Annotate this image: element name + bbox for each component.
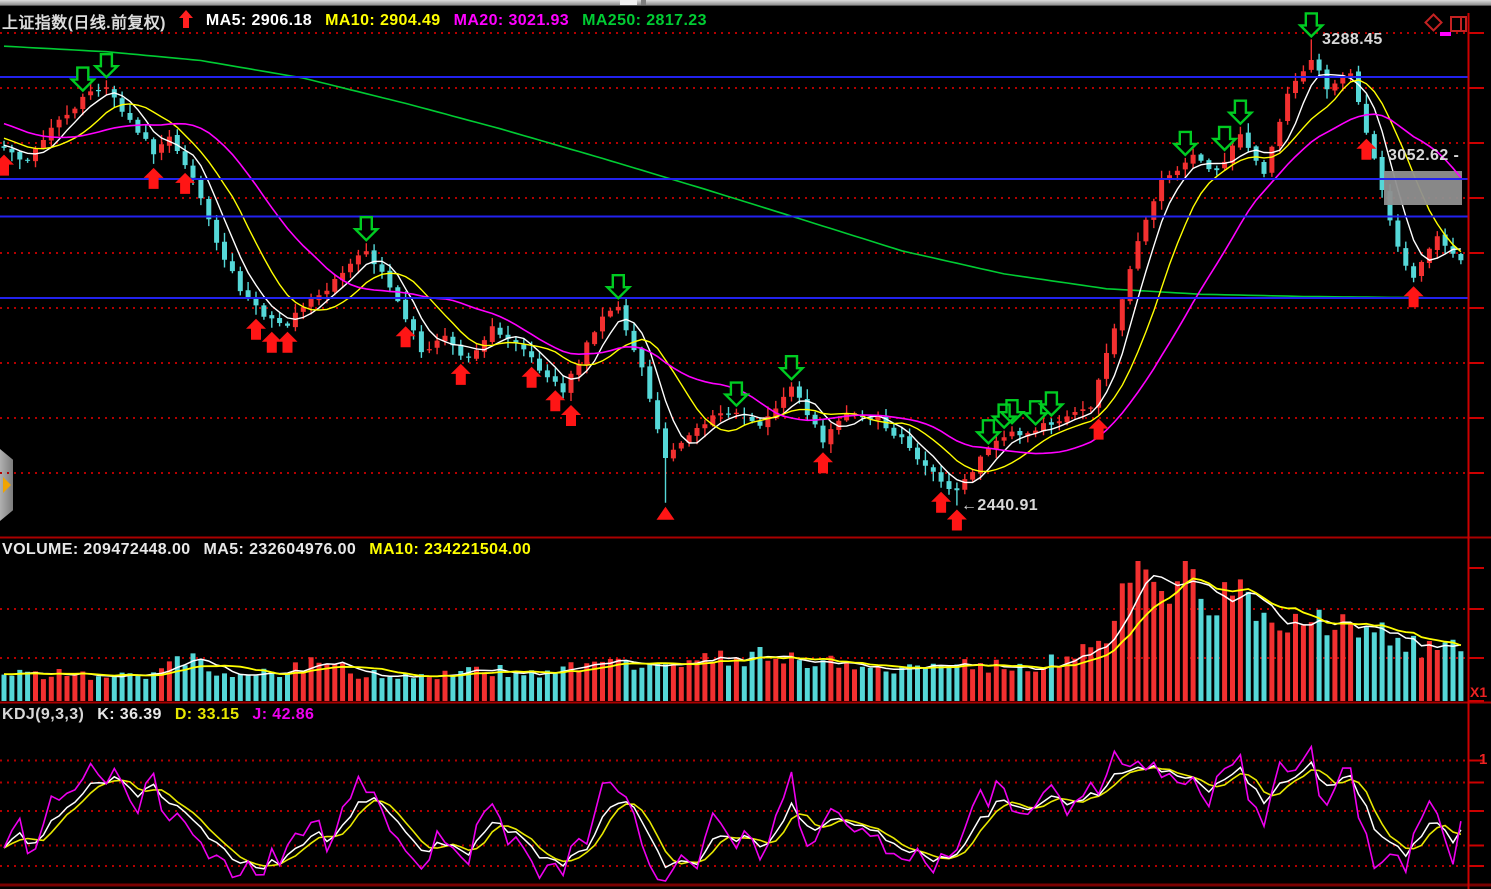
kdj-d-line (4, 768, 1461, 866)
right-axis-ticks (1468, 33, 1484, 866)
buy-triangle-marker (657, 507, 675, 520)
ma250-value: MA250: 2817.23 (582, 12, 707, 30)
kdj-axis-label: 1 (1479, 751, 1487, 768)
kdj-d-value: D: 33.15 (175, 706, 240, 724)
volume-header: VOLUME: 209472448.00 MA5: 232604976.00 M… (2, 541, 531, 559)
kdj-header: KDJ(9,3,3) K: 36.39 D: 33.15 J: 42.86 (2, 706, 314, 724)
blue-level-lines (0, 77, 1468, 298)
symbol-title: 上证指数(日线.前复权) (2, 9, 166, 33)
ma250-line (4, 46, 1461, 298)
volume-value: VOLUME: 209472448.00 (2, 541, 191, 559)
price-tag-gray-box (1384, 171, 1462, 205)
volume-ma5-value: MA5: 232604976.00 (204, 541, 357, 559)
magenta-dash-icon (1440, 32, 1451, 36)
low-price-label: ←2440.91 (961, 497, 1038, 515)
price-chart-canvas (0, 0, 1491, 889)
stock-chart-app: 上证指数(日线.前复权) MA5: 2906.18 MA10: 2904.49 … (0, 0, 1491, 889)
kdj-j-line (4, 747, 1461, 881)
buy-arrow-markers (0, 139, 1424, 531)
kdj-k-line (4, 762, 1461, 869)
ma5-value: MA5: 2906.18 (206, 12, 312, 30)
kdj-title: KDJ(9,3,3) (2, 706, 84, 724)
kdj-j-value: J: 42.86 (252, 706, 314, 724)
window-layout-icon[interactable] (1450, 16, 1467, 37)
level-price-label: 3052.62 - (1388, 147, 1459, 165)
up-arrow-icon (179, 10, 193, 33)
high-price-label: 3288.45 (1322, 31, 1383, 49)
down-candle-bodies (4, 60, 1461, 491)
kdj-grid-dotted (0, 760, 1466, 866)
main-grid-dotted (0, 33, 1466, 473)
volume-axis-scale-label: X1 (1470, 684, 1487, 700)
kdj-k-value: K: 36.39 (97, 706, 162, 724)
main-chart-header: 上证指数(日线.前复权) MA5: 2906.18 MA10: 2904.49 … (2, 9, 707, 33)
up-candle-bodies (36, 60, 1438, 490)
volume-ma10-value: MA10: 234221504.00 (369, 541, 531, 559)
ma10-value: MA10: 2904.49 (325, 12, 441, 30)
ma20-value: MA20: 3021.93 (454, 12, 570, 30)
